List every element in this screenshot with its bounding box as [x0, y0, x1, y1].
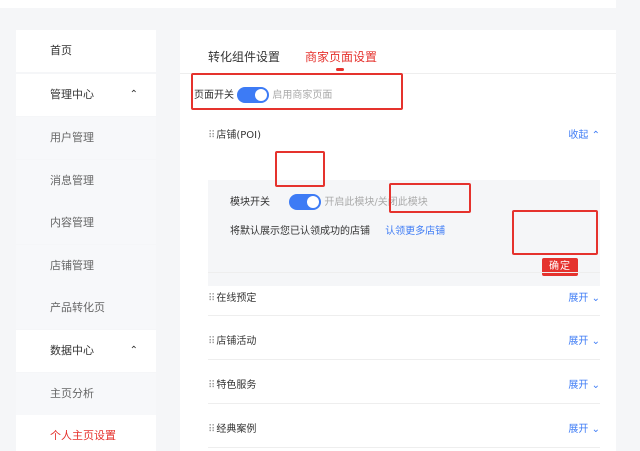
chevron-up-icon: ⌃: [129, 89, 138, 100]
main-panel: 转化组件设置 商家页面设置 页面开关 启用商家页面 ⠿ 店铺(POI) 收起 ⌃ …: [180, 30, 640, 451]
highlight-box: [191, 73, 403, 110]
section-row: ⠿ 店铺活动 展开 ⌄: [208, 316, 600, 360]
drag-handle-icon[interactable]: ⠿: [208, 424, 215, 435]
sidebar-item-label: 用户管理: [50, 131, 94, 144]
sidebar: 首页 管理中心 ⌃ 用户管理 消息管理 内容管理 店铺管理 产品转化页 数据中心 ⌃…: [16, 30, 156, 451]
module-switch-label: 模块开关: [230, 197, 270, 208]
sidebar-item-label: 内容管理: [50, 216, 94, 229]
chevron-down-icon: ⌄: [591, 293, 600, 304]
expand-button[interactable]: 展开 ⌄: [568, 332, 600, 347]
drag-handle-icon[interactable]: ⠿: [208, 380, 215, 391]
poi-description-row: 将默认展示您已认领成功的店铺 认领更多店铺: [230, 222, 445, 237]
sidebar-item-label: 数据中心: [50, 344, 94, 357]
chevron-down-icon: ⌄: [591, 336, 600, 347]
section-title: ⠿ 经典案例: [208, 424, 257, 435]
sidebar-item-label: 个人主页设置: [50, 429, 116, 442]
sidebar-item-label: 产品转化页: [50, 301, 105, 314]
section-row: ⠿ 特色服务 展开 ⌄: [208, 360, 600, 404]
sidebar-item-homepage-analysis[interactable]: 主页分析: [16, 373, 156, 415]
sidebar-item-personal-homepage-settings[interactable]: 个人主页设置: [16, 415, 156, 451]
sidebar-item-label: 首页: [50, 44, 72, 57]
sidebar-item-product-conversion[interactable]: 产品转化页: [16, 287, 156, 329]
expand-button[interactable]: 展开 ⌄: [568, 289, 600, 304]
drag-handle-icon[interactable]: ⠿: [208, 336, 215, 347]
claim-more-stores-link[interactable]: 认领更多店铺: [385, 226, 445, 237]
sidebar-item-label: 消息管理: [50, 174, 94, 187]
module-switch-toggle[interactable]: [289, 194, 322, 210]
expand-button[interactable]: 展开 ⌄: [568, 420, 600, 435]
poi-description: 将默认展示您已认领成功的店铺: [230, 226, 370, 237]
tab-bar: 转化组件设置 商家页面设置: [180, 30, 640, 74]
expand-button[interactable]: 展开 ⌄: [568, 376, 600, 391]
sidebar-item-message-management[interactable]: 消息管理: [16, 160, 156, 202]
highlight-box: [512, 210, 598, 255]
section-title: ⠿ 特色服务: [208, 380, 257, 391]
chevron-down-icon: ⌄: [591, 424, 600, 435]
top-bar: [0, 0, 640, 8]
sidebar-item-management-center[interactable]: 管理中心 ⌃: [16, 74, 156, 116]
collapse-button[interactable]: 收起 ⌃: [568, 126, 600, 141]
highlight-box: [389, 183, 471, 213]
sidebar-item-content-management[interactable]: 内容管理: [16, 202, 156, 244]
sidebar-item-user-management[interactable]: 用户管理: [16, 117, 156, 159]
scroll-gutter: [616, 0, 640, 451]
sidebar-item-label: 店铺管理: [50, 259, 94, 272]
sidebar-item-store-management[interactable]: 店铺管理: [16, 245, 156, 287]
highlight-box: [275, 151, 325, 187]
section-title: ⠿ 在线预定: [208, 293, 257, 304]
sidebar-item-home[interactable]: 首页: [16, 30, 156, 72]
tab-merchant-page[interactable]: 商家页面设置: [305, 48, 377, 65]
sidebar-item-data-center[interactable]: 数据中心 ⌃: [16, 330, 156, 372]
section-row: ⠿ 在线预定 展开 ⌄: [208, 272, 600, 316]
chevron-up-icon: ⌃: [129, 345, 138, 356]
section-title: ⠿ 店铺活动: [208, 336, 257, 347]
chevron-down-icon: ⌄: [591, 380, 600, 391]
sidebar-item-label: 主页分析: [50, 387, 94, 400]
section-row-poi: ⠿ 店铺(POI) 收起 ⌃: [208, 110, 600, 154]
chevron-up-icon: ⌃: [591, 130, 600, 141]
active-tab-indicator: [336, 68, 344, 71]
toggle-knob: [307, 196, 320, 208]
section-title: ⠿ 店铺(POI): [208, 130, 261, 141]
drag-handle-icon[interactable]: ⠿: [208, 130, 215, 141]
section-row: ⠿ 经典案例 展开 ⌄: [208, 404, 600, 448]
tab-conversion-components[interactable]: 转化组件设置: [208, 48, 280, 65]
drag-handle-icon[interactable]: ⠿: [208, 293, 215, 304]
sidebar-item-label: 管理中心: [50, 88, 94, 101]
